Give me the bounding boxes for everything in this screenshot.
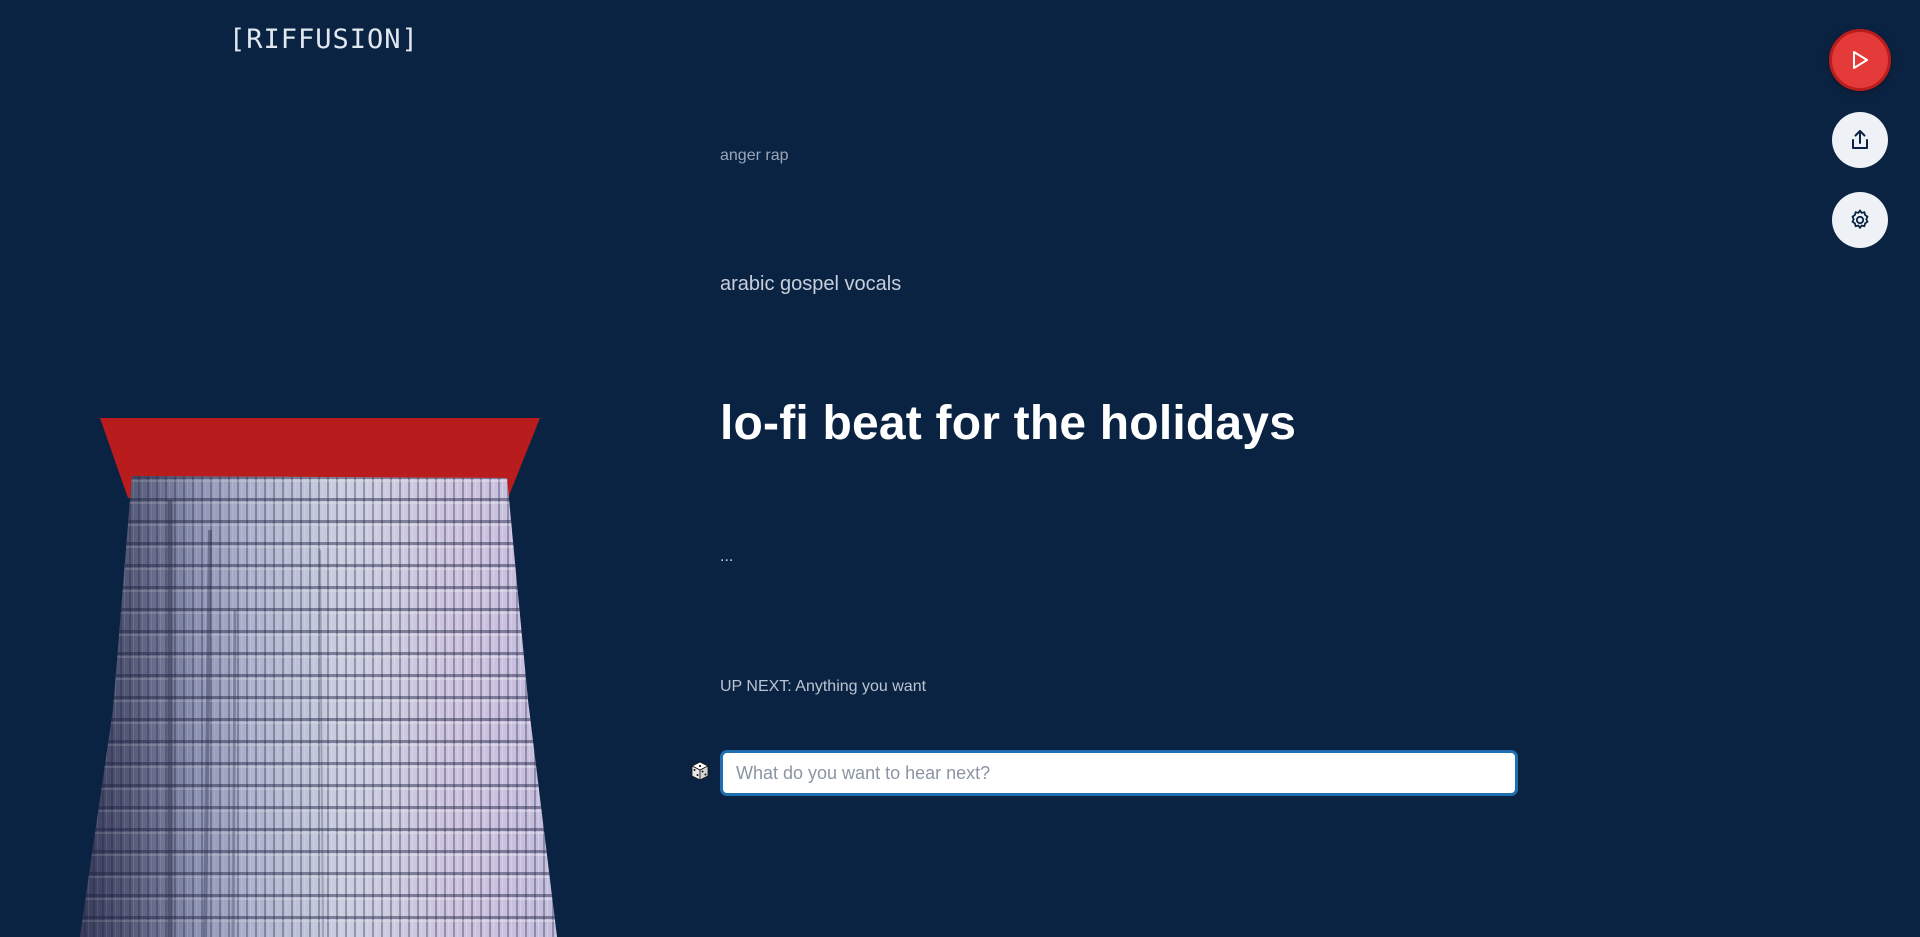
- next-prompt-placeholder: ...: [720, 548, 734, 565]
- current-prompt: lo-fi beat for the holidays: [720, 397, 1297, 450]
- play-button[interactable]: [1829, 29, 1891, 91]
- previous-prompt-2: anger rap: [720, 147, 789, 164]
- share-button[interactable]: [1832, 112, 1888, 168]
- dice-icon[interactable]: [690, 761, 710, 781]
- previous-prompt-1: arabic gospel vocals: [720, 273, 902, 295]
- play-icon: [1853, 51, 1868, 69]
- share-icon: [1852, 130, 1868, 149]
- prompt-input-wrapper: [720, 750, 1518, 796]
- app-logo: [RIFFUSION]: [229, 24, 419, 55]
- up-next-label: UP NEXT: Anything you want: [720, 678, 927, 695]
- gear-icon: [1851, 209, 1869, 229]
- prompt-input[interactable]: [723, 753, 1515, 793]
- riffusion-page: [RIFFUSION] anger rap arabic gospel voca…: [0, 0, 1920, 937]
- spectrogram-visualization: [80, 418, 557, 937]
- settings-button[interactable]: [1832, 192, 1888, 248]
